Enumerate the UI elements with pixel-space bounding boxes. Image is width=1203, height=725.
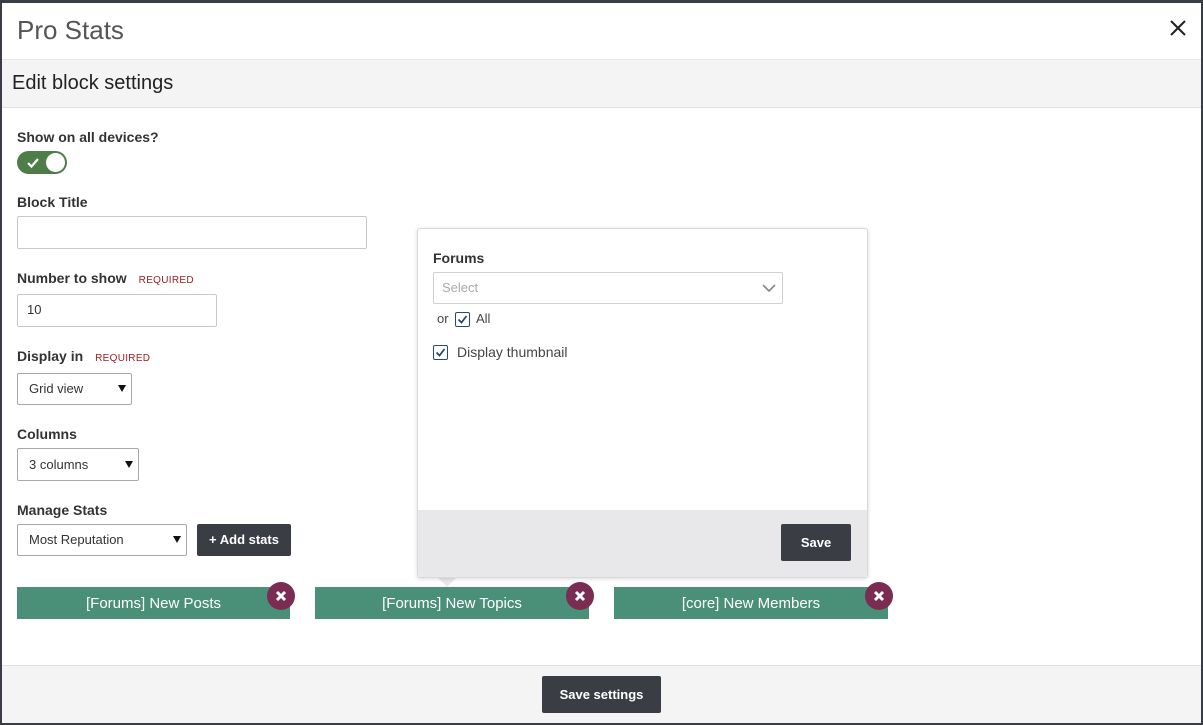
popover-save-button[interactable]: Save [781, 524, 851, 561]
manage-stats-value: Most Reputation [29, 532, 124, 547]
columns-select[interactable]: 3 columns [17, 448, 139, 481]
edit-block-modal: Pro Stats Edit block settings Show on al… [2, 3, 1201, 723]
required-tag: REQUIRED [95, 353, 151, 364]
forums-select-placeholder: Select [442, 280, 479, 295]
stat-block-new-posts[interactable]: [Forums] New Posts [17, 587, 290, 619]
check-icon [435, 348, 446, 357]
check-icon [457, 315, 468, 324]
number-to-show-text: Number to show [17, 270, 127, 286]
stat-block-new-topics[interactable]: [Forums] New Topics [315, 587, 589, 619]
stat-block-new-members[interactable]: [core] New Members [614, 587, 888, 619]
display-thumbnail-checkbox[interactable] [433, 345, 448, 360]
close-button[interactable] [1165, 15, 1191, 41]
or-text: or [437, 311, 449, 326]
manage-stats-select[interactable]: Most Reputation [17, 524, 187, 556]
close-icon [574, 590, 586, 602]
display-in-value: Grid view [29, 381, 84, 396]
display-in-text: Display in [17, 348, 84, 364]
modal-footer: Save settings [2, 665, 1201, 723]
popover-footer: Save [418, 510, 867, 577]
toggle-knob [46, 153, 65, 172]
modal-header: Pro Stats [2, 3, 1201, 60]
chevron-down-icon [762, 284, 776, 293]
stat-settings-popover: Forums Select or All Display thumbnail S… [417, 228, 868, 578]
subheader: Edit block settings [2, 60, 1201, 108]
add-stats-button[interactable]: + Add stats [197, 524, 291, 556]
remove-stat-button[interactable] [566, 582, 594, 610]
check-icon [27, 158, 39, 169]
close-icon [1170, 20, 1186, 36]
block-title-label: Block Title [17, 194, 88, 210]
chevron-down-icon [118, 385, 126, 392]
forums-select[interactable]: Select [433, 272, 783, 304]
remove-stat-button[interactable] [267, 582, 295, 610]
forums-label: Forums [433, 250, 485, 266]
all-forums-checkbox[interactable] [455, 312, 470, 327]
close-icon [873, 590, 885, 602]
close-icon [275, 590, 287, 602]
show-all-devices-toggle[interactable] [17, 151, 67, 174]
show-all-devices-label: Show on all devices? [17, 129, 159, 145]
chevron-down-icon [125, 460, 133, 468]
manage-stats-label: Manage Stats [17, 502, 108, 518]
modal-title: Pro Stats [17, 15, 124, 45]
required-tag: REQUIRED [138, 275, 194, 286]
columns-label: Columns [17, 426, 77, 442]
number-to-show-label: Number to show REQUIRED [17, 270, 194, 286]
subheader-title: Edit block settings [12, 72, 174, 94]
chevron-down-icon [173, 536, 181, 543]
display-thumbnail-label: Display thumbnail [457, 344, 568, 360]
remove-stat-button[interactable] [865, 582, 893, 610]
display-in-label: Display in REQUIRED [17, 348, 150, 364]
number-to-show-input[interactable]: 10 [17, 294, 217, 327]
all-forums-label: All [476, 311, 491, 326]
columns-value: 3 columns [29, 457, 89, 472]
block-title-input[interactable] [17, 216, 367, 249]
display-in-select[interactable]: Grid view [17, 373, 132, 405]
save-settings-button[interactable]: Save settings [542, 676, 661, 713]
